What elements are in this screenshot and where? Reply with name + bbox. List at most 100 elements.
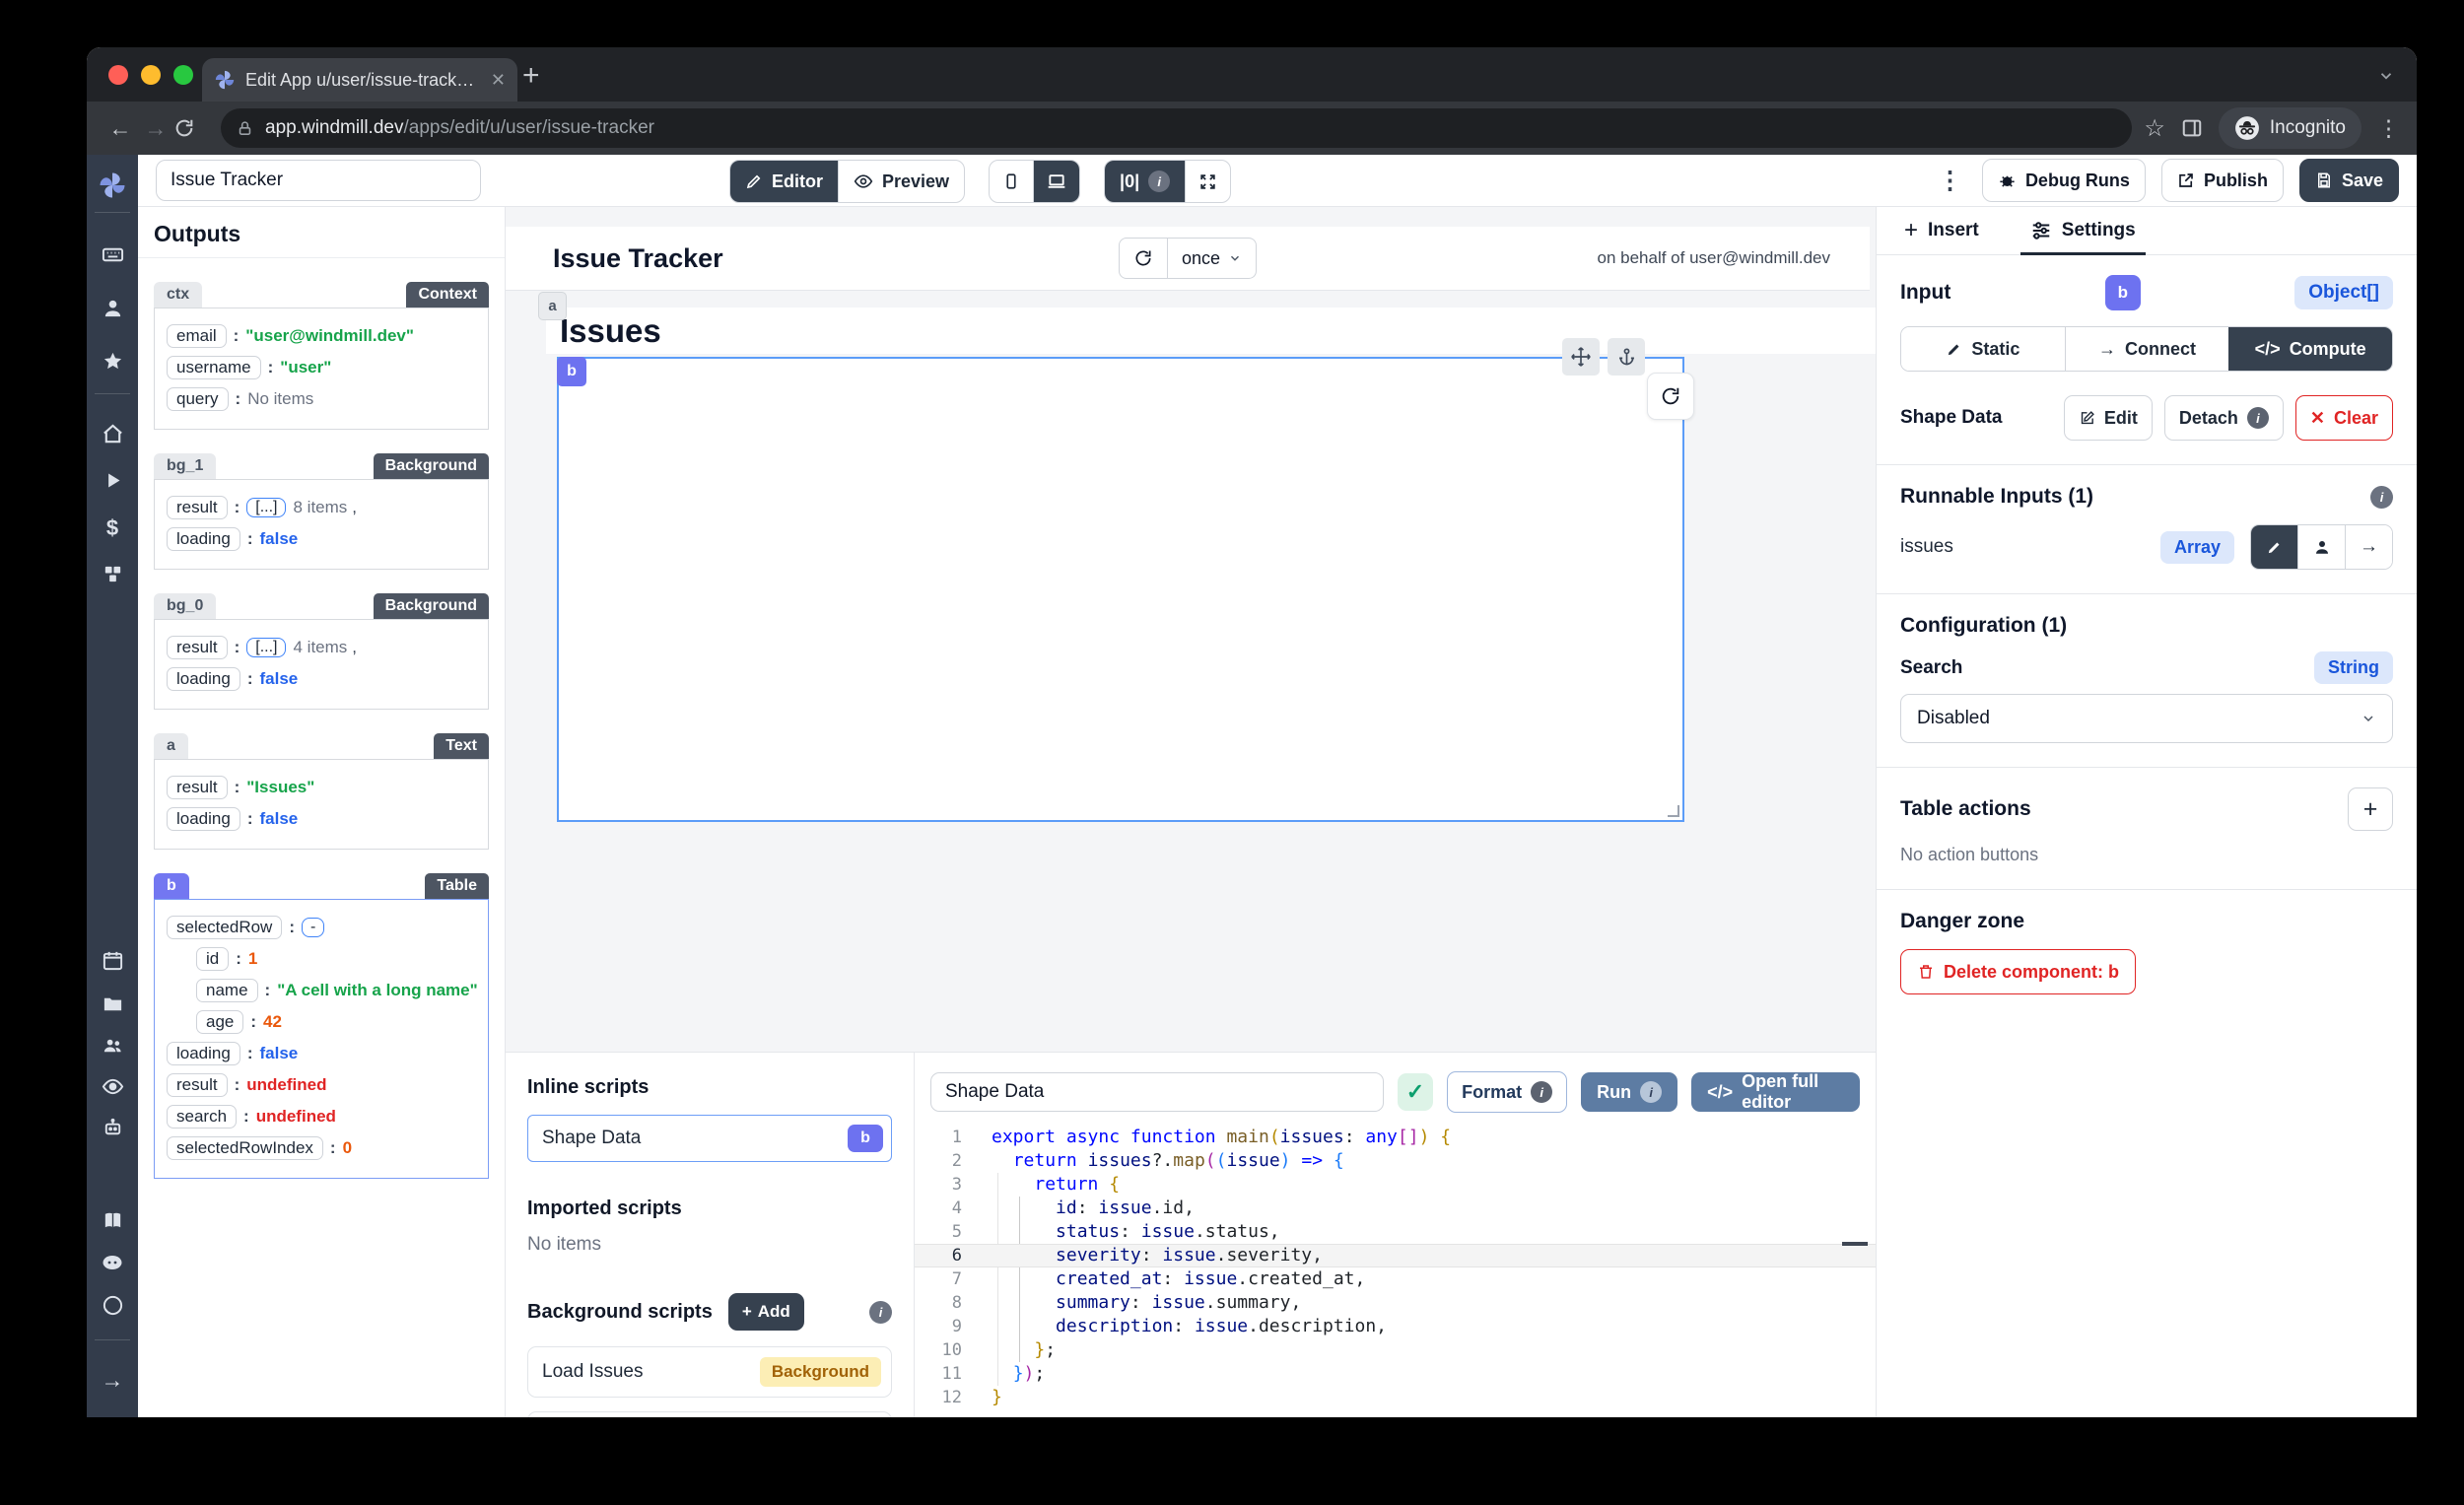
bookmark-star-icon[interactable]: ☆ <box>2144 114 2165 143</box>
output-section-tab[interactable]: bg_0 <box>154 593 216 619</box>
output-key-chip[interactable]: result <box>167 1073 228 1097</box>
info-icon[interactable]: i <box>1148 171 1170 192</box>
output-key-chip[interactable]: result <box>167 636 228 659</box>
side-panel-icon[interactable] <box>2181 117 2203 139</box>
output-key-chip[interactable]: result <box>167 496 228 519</box>
new-tab-button[interactable]: + <box>522 59 540 93</box>
user-icon[interactable] <box>87 297 138 319</box>
variables-icon[interactable] <box>87 563 138 585</box>
add-action-button[interactable]: + <box>2348 787 2393 831</box>
resources-icon[interactable]: $ <box>87 515 138 541</box>
output-section-tab[interactable]: ctx <box>154 282 202 308</box>
browser-menu-icon[interactable]: ⋮ <box>2377 115 2401 142</box>
bounds-toggle-button[interactable]: |0| i <box>1105 161 1185 202</box>
clear-script-button[interactable]: ✕ Clear <box>2295 395 2393 441</box>
editor-mode-button[interactable]: Editor <box>730 161 838 202</box>
component-a-tag[interactable]: a <box>538 292 567 320</box>
address-bar[interactable]: app.windmill.dev/apps/edit/u/user/issue-… <box>221 108 2132 148</box>
favorites-star-icon[interactable] <box>87 350 138 373</box>
save-button[interactable]: Save <box>2299 159 2399 202</box>
desktop-view-button[interactable] <box>1033 161 1079 202</box>
info-icon[interactable]: i <box>2370 486 2393 509</box>
connect-arrow-button[interactable]: → <box>2345 525 2392 569</box>
output-section-tab[interactable]: bg_1 <box>154 453 216 479</box>
expand-chip[interactable]: [...] <box>246 498 286 517</box>
output-key-chip[interactable]: loading <box>167 667 240 691</box>
info-icon[interactable]: i <box>2247 407 2269 429</box>
back-icon[interactable]: ← <box>103 115 138 142</box>
script-name-input[interactable] <box>930 1072 1384 1112</box>
info-icon[interactable]: i <box>1640 1081 1662 1103</box>
tab-search-chevron-icon[interactable] <box>2377 67 2395 85</box>
home-icon[interactable] <box>87 423 138 445</box>
text-component-a[interactable]: a Issues <box>546 308 1876 354</box>
output-key-chip[interactable]: username <box>167 356 261 379</box>
output-key-chip[interactable]: loading <box>167 807 240 831</box>
publish-button[interactable]: Publish <box>2161 159 2284 202</box>
delete-component-button[interactable]: Delete component: b <box>1900 949 2136 994</box>
expand-chip[interactable]: - <box>302 918 324 937</box>
static-edit-button[interactable] <box>2251 525 2297 569</box>
minimize-window-button[interactable] <box>141 65 161 85</box>
tab-close-icon[interactable]: ✕ <box>491 70 506 91</box>
refresh-mode-dropdown[interactable]: once <box>1168 238 1257 279</box>
detach-script-button[interactable]: Detach i <box>2164 395 2284 441</box>
preview-mode-button[interactable]: Preview <box>838 161 964 202</box>
background-script-item[interactable]: Load Issues Background <box>527 1346 892 1398</box>
output-key-chip[interactable]: result <box>167 776 228 799</box>
connect-mode-button[interactable]: → Connect <box>2065 327 2229 371</box>
docs-book-icon[interactable] <box>87 1209 138 1232</box>
inline-script-item[interactable]: Shape Data b <box>527 1115 892 1162</box>
github-icon[interactable] <box>87 1294 138 1317</box>
app-name-input[interactable] <box>156 160 481 201</box>
output-key-chip[interactable]: query <box>167 387 229 411</box>
output-key-chip[interactable]: age <box>196 1010 243 1034</box>
static-mode-button[interactable]: Static <box>1901 327 2065 371</box>
edit-script-button[interactable]: Edit <box>2064 395 2153 441</box>
user-input-button[interactable] <box>2297 525 2345 569</box>
resize-handle[interactable] <box>1668 805 1679 817</box>
add-background-script-button[interactable]: +Add <box>728 1293 804 1331</box>
compute-mode-button[interactable]: </> Compute <box>2228 327 2392 371</box>
groups-icon[interactable] <box>87 1034 138 1057</box>
output-key-chip[interactable]: loading <box>167 1042 240 1065</box>
folders-icon[interactable] <box>87 992 138 1015</box>
reload-icon[interactable] <box>173 117 209 139</box>
browser-tab[interactable]: Edit App u/user/issue-tracker | ✕ <box>202 58 517 102</box>
mobile-view-button[interactable] <box>990 161 1033 202</box>
code-editor[interactable]: 1export async function main(issues: any[… <box>915 1120 1876 1417</box>
output-key-chip[interactable]: selectedRowIndex <box>167 1136 323 1160</box>
collapse-sidebar-arrow-icon[interactable]: → <box>87 1367 138 1394</box>
app-canvas[interactable]: Issue Tracker once on behalf of <box>506 207 1876 1052</box>
output-section-tab[interactable]: b <box>154 873 189 899</box>
output-key-chip[interactable]: name <box>196 979 258 1002</box>
anchor-icon[interactable] <box>1608 338 1645 376</box>
expand-chip[interactable]: [...] <box>246 638 286 657</box>
runs-icon[interactable] <box>87 470 138 491</box>
fullscreen-button[interactable] <box>1185 161 1230 202</box>
info-icon[interactable]: i <box>869 1301 892 1324</box>
output-key-chip[interactable]: id <box>196 947 229 971</box>
info-icon[interactable]: i <box>1531 1081 1552 1103</box>
component-refresh-button[interactable] <box>1647 373 1694 420</box>
audit-eye-icon[interactable] <box>87 1075 138 1098</box>
search-mode-select[interactable]: Disabled <box>1900 694 2393 743</box>
background-script-item-partial[interactable] <box>527 1411 892 1417</box>
run-button[interactable]: Run i <box>1581 1072 1677 1112</box>
more-menu-icon[interactable]: ⋮ <box>1934 166 1966 195</box>
open-full-editor-button[interactable]: </> Open full editor <box>1691 1072 1860 1112</box>
output-key-chip[interactable]: selectedRow <box>167 916 282 939</box>
debug-runs-button[interactable]: Debug Runs <box>1982 159 2146 202</box>
format-button[interactable]: Format i <box>1447 1071 1567 1113</box>
forward-icon[interactable]: → <box>138 115 173 142</box>
output-key-chip[interactable]: email <box>167 324 227 348</box>
output-key-chip[interactable]: search <box>167 1105 237 1129</box>
output-section-tab[interactable]: a <box>154 733 188 759</box>
table-component-b[interactable]: b <box>557 357 1684 822</box>
tab-insert[interactable]: + Insert <box>1904 207 1979 254</box>
windmill-logo-icon[interactable] <box>87 171 138 200</box>
schedules-icon[interactable] <box>87 949 138 972</box>
refresh-button[interactable] <box>1119 238 1168 279</box>
close-window-button[interactable] <box>108 65 128 85</box>
zoom-window-button[interactable] <box>173 65 193 85</box>
